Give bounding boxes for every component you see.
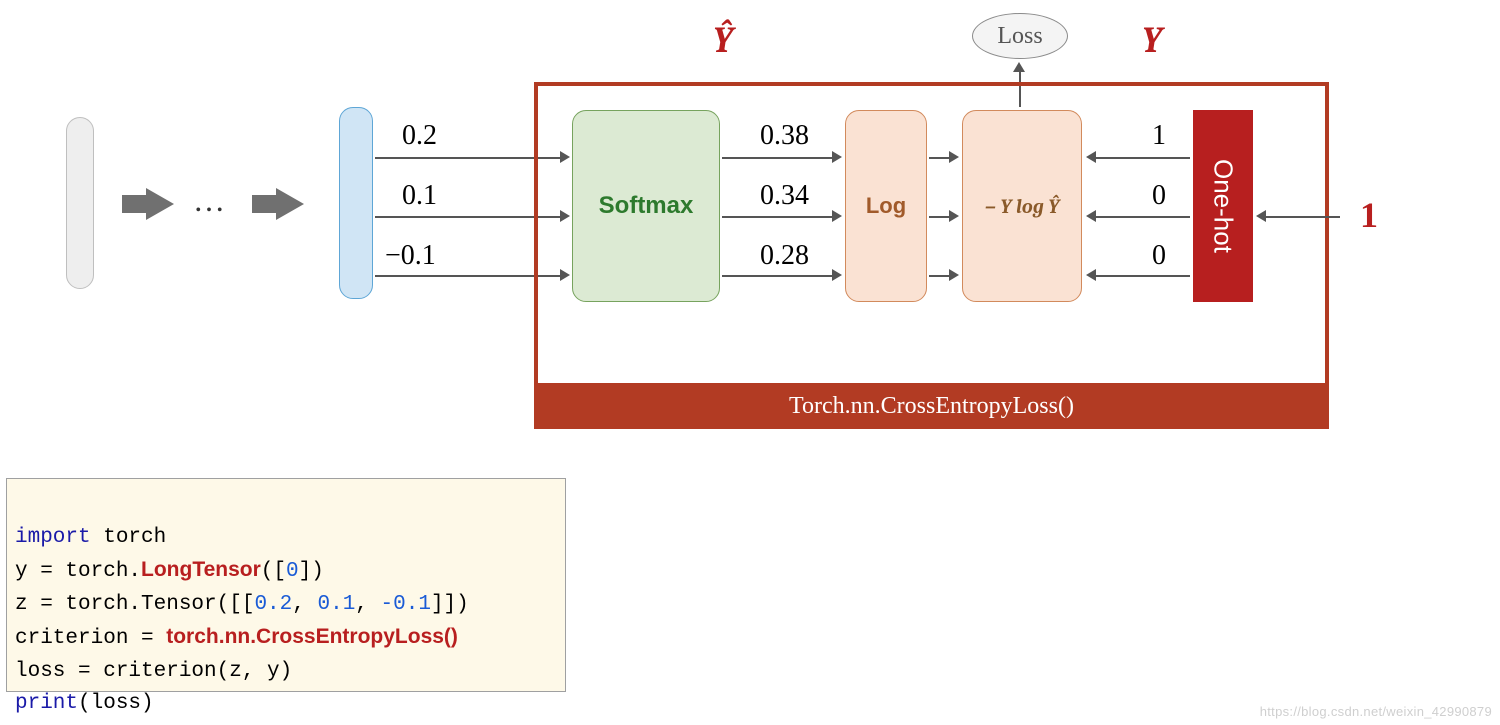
logit-2: −0.1 xyxy=(385,240,436,272)
arrow-prob-2 xyxy=(722,275,832,277)
nll-block: − Y log Ŷ xyxy=(962,110,1082,302)
code-kw-print: print xyxy=(15,692,78,715)
loss-label: Loss xyxy=(997,23,1042,50)
arrow-onehot-1-head xyxy=(1086,210,1096,222)
arrow-prob-1 xyxy=(722,216,832,218)
arrow-to-loss-head xyxy=(1013,62,1025,72)
code-l1-rest: torch xyxy=(91,526,167,549)
code-l5: loss = criterion(z, y) xyxy=(15,660,292,683)
arrow-label-in xyxy=(1266,216,1340,218)
onehot-1: 0 xyxy=(1152,180,1166,212)
code-l2-post: ([ xyxy=(261,560,286,583)
yhat-label: Ŷ xyxy=(713,20,733,61)
arrow-prob-0 xyxy=(722,157,832,159)
arrow-log-2 xyxy=(929,275,949,277)
onehot-label: One-hot xyxy=(1208,159,1239,253)
arrow-logit-1 xyxy=(375,216,560,218)
flow-arrow-stem-1 xyxy=(122,195,146,213)
code-sample: import torch y = torch.LongTensor([0]) z… xyxy=(6,478,566,692)
flow-arrow-head-1 xyxy=(146,188,174,220)
arrow-logit-2 xyxy=(375,275,560,277)
arrow-onehot-2-head xyxy=(1086,269,1096,281)
prob-2: 0.28 xyxy=(760,240,809,272)
code-l3-c1: , xyxy=(292,593,317,616)
code-kw-import: import xyxy=(15,526,91,549)
log-label: Log xyxy=(866,193,906,219)
arrow-prob-0-head xyxy=(832,151,842,163)
watermark: https://blog.csdn.net/weixin_42990879 xyxy=(1260,704,1492,719)
code-l6-rest: (loss) xyxy=(78,692,154,715)
code-l4-pre: criterion = xyxy=(15,627,166,650)
softmax-label: Softmax xyxy=(599,192,694,220)
prob-1: 0.34 xyxy=(760,180,809,212)
loss-node: Loss xyxy=(972,13,1068,59)
code-l2-pre: y = torch. xyxy=(15,560,141,583)
class-label-1: 1 xyxy=(1360,194,1378,236)
code-l2-end: ]) xyxy=(299,560,324,583)
onehot-block: One-hot xyxy=(1193,110,1253,302)
code-l3-n2: 0.1 xyxy=(317,593,355,616)
arrow-log-0-head xyxy=(949,151,959,163)
code-l2-num: 0 xyxy=(286,560,299,583)
nll-label: − Y log Ŷ xyxy=(985,195,1060,218)
code-l3-n1: 0.2 xyxy=(254,593,292,616)
flow-arrow-stem-2 xyxy=(252,195,276,213)
arrow-log-1 xyxy=(929,216,949,218)
code-l3-c2: , xyxy=(355,593,380,616)
arrow-log-0 xyxy=(929,157,949,159)
arrow-onehot-0-head xyxy=(1086,151,1096,163)
logit-1: 0.1 xyxy=(402,180,437,212)
code-l3-end: ]]) xyxy=(431,593,469,616)
crossentropy-caption-bar: Torch.nn.CrossEntropyLoss() xyxy=(534,383,1329,429)
arrow-log-1-head xyxy=(949,210,959,222)
arrow-log-2-head xyxy=(949,269,959,281)
prob-0: 0.38 xyxy=(760,120,809,152)
arrow-onehot-0 xyxy=(1096,157,1190,159)
code-l3-pre: z = torch.Tensor([[ xyxy=(15,593,254,616)
arrow-prob-2-head xyxy=(832,269,842,281)
linear-layer-block xyxy=(339,107,373,299)
softmax-block: Softmax xyxy=(572,110,720,302)
arrow-onehot-1 xyxy=(1096,216,1190,218)
flow-arrow-head-2 xyxy=(276,188,304,220)
log-block: Log xyxy=(845,110,927,302)
code-crossentropy: torch.nn.CrossEntropyLoss() xyxy=(166,625,458,648)
crossentropy-caption: Torch.nn.CrossEntropyLoss() xyxy=(789,393,1074,420)
y-label: Y xyxy=(1142,20,1162,61)
onehot-2: 0 xyxy=(1152,240,1166,272)
arrow-onehot-2 xyxy=(1096,275,1190,277)
input-tensor-block xyxy=(66,117,94,289)
arrow-prob-1-head xyxy=(832,210,842,222)
code-l3-n3: -0.1 xyxy=(381,593,431,616)
code-longtensor: LongTensor xyxy=(141,558,261,581)
arrow-label-in-head xyxy=(1256,210,1266,222)
arrow-logit-0 xyxy=(375,157,560,159)
ellipsis: … xyxy=(193,182,225,219)
onehot-0: 1 xyxy=(1152,120,1166,152)
logit-0: 0.2 xyxy=(402,120,437,152)
